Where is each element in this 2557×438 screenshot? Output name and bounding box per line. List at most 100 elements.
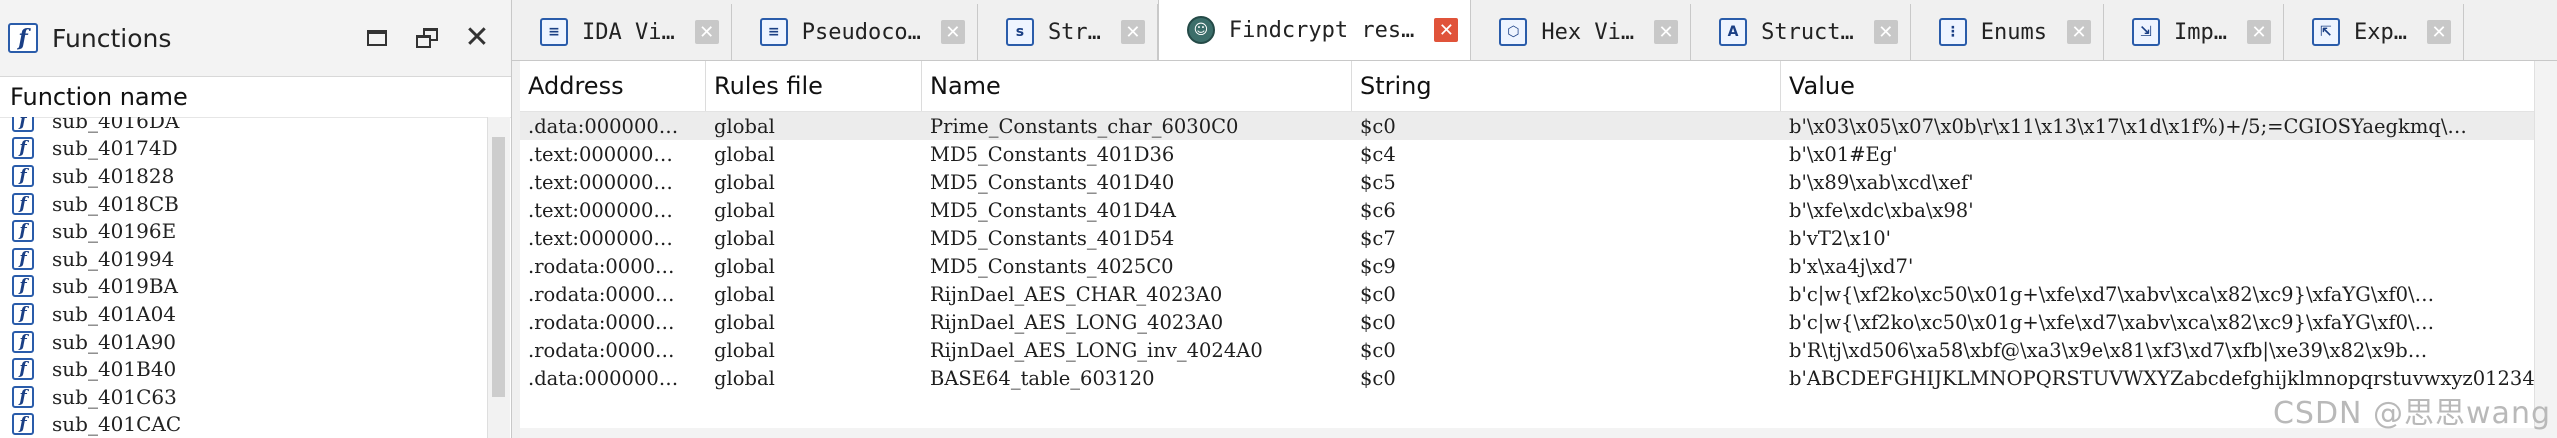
- cell-address: .text:000000…: [528, 226, 673, 250]
- tab-hex-view[interactable]: ⬡ Hex Vi… ✕: [1471, 4, 1692, 60]
- cell-rules-file: global: [714, 170, 775, 194]
- table-row[interactable]: .text:000000… global MD5_Constants_401D5…: [520, 224, 2557, 252]
- tab-label: Hex Vi…: [1541, 19, 1635, 45]
- column-header-name[interactable]: Name: [922, 61, 1352, 111]
- tab-strings[interactable]: s Str… ✕: [978, 4, 1158, 60]
- table-header: Address Rules file Name String Value: [520, 61, 2557, 112]
- function-icon: f: [12, 413, 34, 436]
- table-row[interactable]: .rodata:0000… global MD5_Constants_4025C…: [520, 252, 2557, 280]
- functions-scrollbar[interactable]: [487, 117, 510, 438]
- exports-icon: ⇱: [2312, 18, 2341, 46]
- pseudocode-icon: ≡: [759, 18, 788, 46]
- close-tab-icon[interactable]: ✕: [1654, 20, 1679, 44]
- maximize-button[interactable]: [363, 24, 391, 52]
- close-tab-icon[interactable]: ✕: [694, 20, 719, 44]
- function-icon: f: [12, 385, 34, 408]
- function-icon: f: [12, 275, 34, 298]
- function-list-item[interactable]: f sub_4016DA: [0, 117, 485, 135]
- tab-enums[interactable]: ⋮ Enums ✕: [1911, 4, 2105, 60]
- watermark: CSDN @思思wang: [2272, 396, 2551, 431]
- cell-name: BASE64_table_603120: [930, 366, 1155, 390]
- table-row[interactable]: .text:000000… global MD5_Constants_401D4…: [520, 196, 2557, 224]
- cell-rules-file: global: [714, 310, 775, 334]
- table-row[interactable]: .rodata:0000… global RijnDael_AES_CHAR_4…: [520, 280, 2557, 308]
- tab-imports[interactable]: ⇲ Imp… ✕: [2104, 4, 2285, 60]
- close-pane-button[interactable]: ✕: [463, 20, 491, 55]
- function-list-item[interactable]: f sub_40196E: [0, 217, 485, 245]
- cell-address: .rodata:0000…: [528, 338, 675, 362]
- close-tab-icon[interactable]: ✕: [1120, 20, 1145, 44]
- cell-name: RijnDael_AES_LONG_inv_4024A0: [930, 338, 1263, 362]
- results-vertical-scrollbar[interactable]: [2534, 61, 2557, 438]
- tab-structures[interactable]: A Struct… ✕: [1691, 4, 1911, 60]
- function-list-item[interactable]: f sub_40174D: [0, 135, 485, 163]
- function-name: sub_401A90: [52, 329, 177, 354]
- close-tab-icon[interactable]: ✕: [1873, 20, 1898, 44]
- cell-address: .rodata:0000…: [528, 310, 675, 334]
- tab-pseudocode[interactable]: ≡ Pseudoco… ✕: [732, 4, 978, 60]
- results-horizontal-scrollbar[interactable]: [520, 428, 2535, 438]
- column-header-string[interactable]: String: [1352, 61, 1781, 111]
- restore-icon: [416, 28, 438, 48]
- function-list-item[interactable]: f sub_401C63: [0, 383, 485, 411]
- close-tab-icon[interactable]: ✕: [940, 20, 965, 44]
- function-list-item[interactable]: f sub_401A04: [0, 300, 485, 328]
- column-header-rules-file[interactable]: Rules file: [706, 61, 922, 111]
- table-row[interactable]: .data:000000… global BASE64_table_603120…: [520, 364, 2557, 392]
- cell-address: .text:000000…: [528, 142, 673, 166]
- function-name: sub_40174D: [52, 136, 178, 161]
- function-list-item[interactable]: f sub_401828: [0, 162, 485, 190]
- tab-findcrypt-results[interactable]: ☺ Findcrypt res… ✕: [1157, 0, 1472, 60]
- table-row[interactable]: .text:000000… global MD5_Constants_401D4…: [520, 168, 2557, 196]
- cell-name: MD5_Constants_401D54: [930, 226, 1175, 250]
- tab-label: Enums: [1980, 19, 2048, 45]
- table-row[interactable]: .text:000000… global MD5_Constants_401D3…: [520, 140, 2557, 168]
- function-list-item[interactable]: f sub_401CAC: [0, 411, 485, 438]
- function-list: f sub_4016DA f sub_40174D f sub_401828 f sub…: [0, 117, 485, 438]
- cell-rules-file: global: [714, 366, 775, 390]
- tab-label: Imp…: [2174, 19, 2228, 45]
- table-row[interactable]: .rodata:0000… global RijnDael_AES_LONG_4…: [520, 308, 2557, 336]
- cell-value: b'\x01#Eg': [1789, 142, 1898, 166]
- table-row[interactable]: .data:000000… global Prime_Constants_cha…: [520, 112, 2557, 140]
- function-icon: f: [12, 330, 34, 353]
- tab-label: Exp…: [2354, 19, 2407, 45]
- cell-name: RijnDael_AES_LONG_4023A0: [930, 310, 1224, 334]
- function-list-item[interactable]: f sub_401A90: [0, 328, 485, 356]
- function-icon: f: [12, 220, 34, 243]
- cell-rules-file: global: [714, 198, 775, 222]
- function-list-item[interactable]: f sub_4019BA: [0, 273, 485, 301]
- hex-view-icon: ⬡: [1499, 18, 1528, 46]
- cell-address: .data:000000…: [528, 114, 679, 138]
- functions-pane: f Functions ✕ Function name f sub_4016DA …: [0, 0, 512, 438]
- close-tab-icon[interactable]: ✕: [2067, 20, 2092, 44]
- function-list-item[interactable]: f sub_401994: [0, 245, 485, 273]
- function-name: sub_40196E: [52, 219, 177, 244]
- tab-ida-view[interactable]: ≡ IDA Vi… ✕: [512, 4, 732, 60]
- cell-string: $c0: [1360, 338, 1396, 362]
- restore-button[interactable]: [413, 24, 441, 52]
- function-icon: f: [12, 302, 34, 325]
- function-name: sub_401C63: [52, 384, 177, 409]
- column-header-value[interactable]: Value: [1781, 61, 2551, 111]
- cell-rules-file: global: [714, 142, 775, 166]
- function-name-column-header[interactable]: Function name: [0, 77, 511, 118]
- close-icon: ✕: [464, 20, 490, 55]
- close-tab-icon[interactable]: ✕: [2247, 20, 2272, 44]
- column-header-address[interactable]: Address: [520, 61, 706, 111]
- function-list-item[interactable]: f sub_401B40: [0, 355, 485, 383]
- close-tab-icon[interactable]: ✕: [2427, 20, 2451, 44]
- cell-rules-file: global: [714, 338, 775, 362]
- cell-string: $c9: [1360, 254, 1396, 278]
- cell-rules-file: global: [714, 254, 775, 278]
- function-list-item[interactable]: f sub_4018CB: [0, 190, 485, 218]
- imports-icon: ⇲: [2132, 18, 2161, 46]
- tab-exports[interactable]: ⇱ Exp… ✕: [2284, 4, 2464, 60]
- function-name: sub_4016DA: [52, 117, 180, 133]
- cell-rules-file: global: [714, 226, 775, 250]
- cell-name: Prime_Constants_char_6030C0: [930, 114, 1239, 138]
- functions-scrollbar-thumb[interactable]: [492, 137, 505, 397]
- table-row[interactable]: .rodata:0000… global RijnDael_AES_LONG_i…: [520, 336, 2557, 364]
- close-tab-icon[interactable]: ✕: [1434, 18, 1459, 42]
- tab-label: Pseudoco…: [801, 19, 921, 45]
